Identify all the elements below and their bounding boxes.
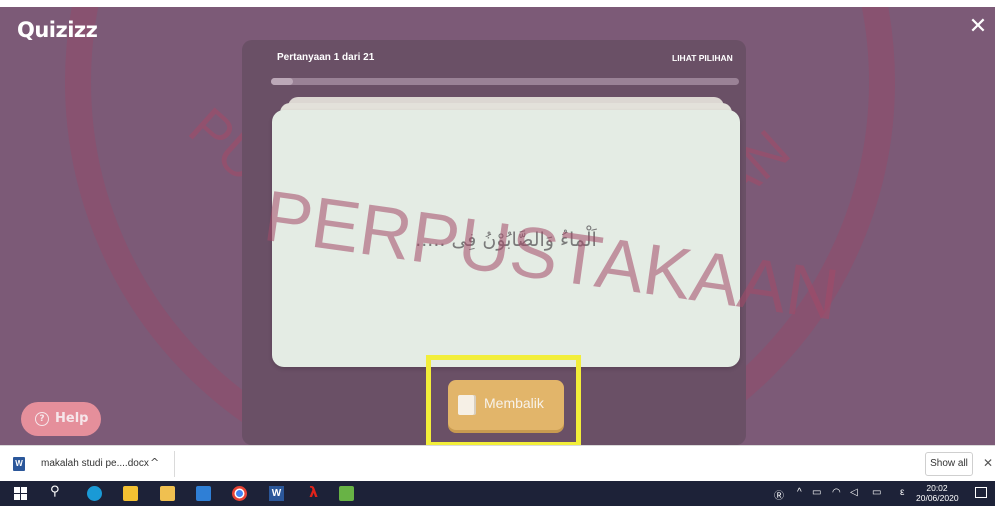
keyboard-icon[interactable]: ▭ [872, 487, 881, 498]
word-app-icon[interactable]: W [269, 486, 284, 501]
question-mark-icon: ? [35, 412, 49, 426]
progress-bar [271, 78, 739, 85]
mail-icon[interactable] [196, 486, 211, 501]
edge-browser-icon[interactable] [87, 486, 102, 501]
browser-top-strip [0, 0, 995, 7]
battery-icon[interactable]: ▭ [812, 487, 821, 498]
notification-icon[interactable] [975, 487, 987, 498]
tray-overflow-icon[interactable]: ^ [797, 487, 802, 498]
windows-taskbar: ⚲ W λ Ⓡ ^ ▭ ◠ ◁ ▭ ε 20:02 20/06/2020 [0, 481, 995, 506]
progress-fill [271, 78, 294, 85]
divider [174, 451, 175, 477]
input-language-indicator[interactable]: ε [900, 487, 904, 498]
search-icon[interactable]: ⚲ [50, 484, 65, 499]
word-file-icon: W [13, 457, 25, 471]
help-label: Help [55, 411, 89, 426]
view-options-link[interactable]: LIHAT PILIHAN [672, 53, 733, 63]
acrobat-icon[interactable]: λ [306, 486, 321, 501]
wifi-icon[interactable]: ◠ [832, 487, 841, 498]
file-explorer-icon[interactable] [160, 486, 175, 501]
download-file-name[interactable]: makalah studi pe....docx [41, 458, 149, 469]
download-bar: W makalah studi pe....docx ^ Show all ✕ [0, 445, 995, 481]
question-counter: Pertanyaan 1 dari 21 [277, 52, 375, 63]
highlight-box [426, 355, 581, 445]
people-icon[interactable]: Ⓡ [774, 487, 784, 502]
help-button[interactable]: ? Help [21, 402, 101, 436]
system-clock[interactable]: 20:02 20/06/2020 [916, 483, 959, 503]
quizizz-logo[interactable]: Quizizz [17, 18, 98, 42]
store-icon[interactable] [123, 486, 138, 501]
close-download-bar-icon[interactable]: ✕ [983, 456, 993, 470]
quiz-stage: PUSAT AAN Quizizz ✕ Pertanyaan 1 dari 21… [0, 7, 995, 445]
volume-icon[interactable]: ◁ [850, 487, 858, 498]
show-all-button[interactable]: Show all [925, 452, 973, 476]
clock-time: 20:02 [926, 483, 948, 493]
spreadsheet-app-icon[interactable] [339, 486, 354, 501]
clock-date: 20/06/2020 [916, 493, 959, 503]
chrome-icon[interactable] [232, 486, 247, 501]
chevron-up-icon[interactable]: ^ [150, 456, 159, 469]
close-icon[interactable]: ✕ [967, 16, 989, 38]
windows-start-icon[interactable] [13, 486, 28, 501]
